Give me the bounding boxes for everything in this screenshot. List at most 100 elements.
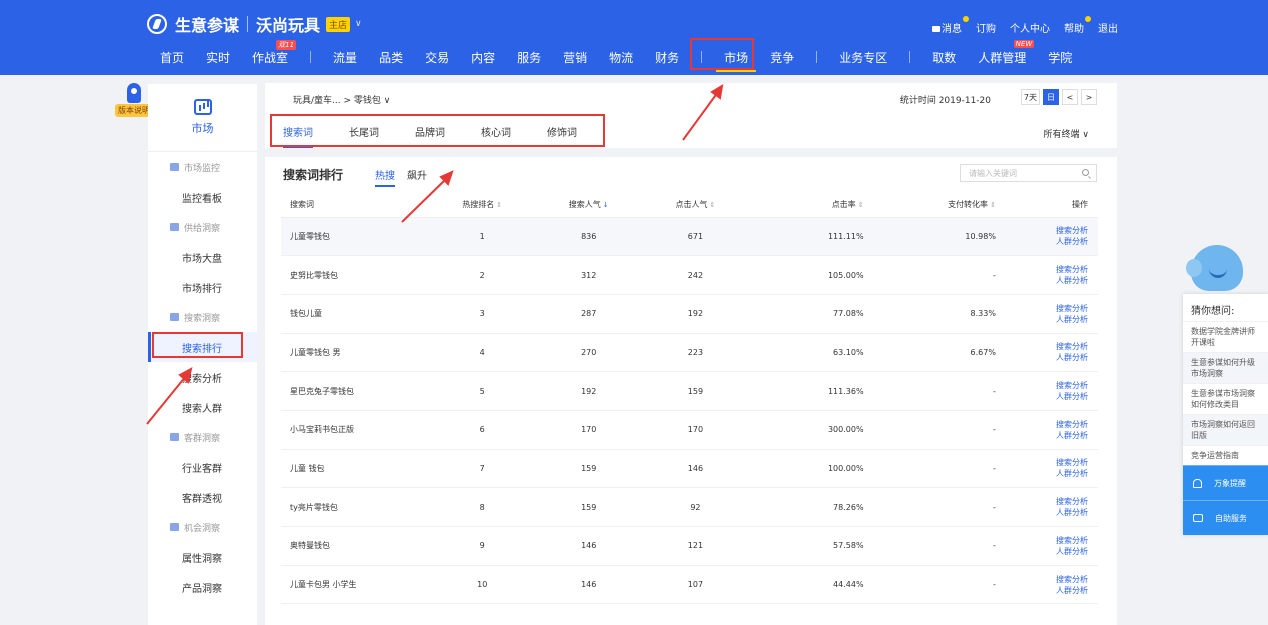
nav-transaction[interactable]: 交易 [425,49,449,66]
range-7d-button[interactable]: 7天 [1020,89,1040,105]
col-pay-conversion[interactable]: 支付转化率 ⇕ [881,193,1014,218]
rocket-icon [127,83,141,103]
rank-cell: 1 [479,231,485,241]
search-analysis-link[interactable]: 搜索分析 [1014,496,1088,507]
pay-conversion-cell: - [993,541,996,551]
sidebar-item-search-crowd[interactable]: 搜索人群 [148,392,257,422]
prev-date-button[interactable]: < [1062,89,1078,105]
logout-link[interactable]: 退出 [1098,20,1118,35]
pay-conversion-cell: - [993,463,996,473]
crowd-analysis-link[interactable]: 人群分析 [1014,468,1088,479]
search-analysis-link[interactable]: 搜索分析 [1014,380,1088,391]
nav-fetch-data[interactable]: 取数 [932,49,956,66]
crowd-analysis-link[interactable]: 人群分析 [1014,314,1088,325]
keyword-search-input[interactable]: 请输入关键词 [960,164,1097,182]
col-search-popularity[interactable]: 搜索人气 ↓ [535,193,643,218]
crowd-analysis-link[interactable]: 人群分析 [1014,507,1088,518]
nav-marketing[interactable]: 营销 [563,49,587,66]
assistant-title: 猜你想问: [1191,306,1235,317]
terminal-select[interactable]: 所有终端 ∨ [1044,127,1089,140]
assistant-question[interactable]: 生意参谋如何升级市场洞察 [1183,352,1268,383]
brand[interactable]: 生意参谋 沃尚玩具 主店 ∨ [147,12,362,36]
sidebar-group-supply: 供给洞察 [148,212,257,242]
reminder-button[interactable]: 万象提醒 [1183,465,1268,500]
crowd-analysis-link[interactable]: 人群分析 [1014,585,1088,596]
search-analysis-link[interactable]: 搜索分析 [1014,225,1088,236]
range-day-button[interactable]: 日 [1043,89,1059,105]
nav-service[interactable]: 服务 [517,49,541,66]
search-analysis-link[interactable]: 搜索分析 [1014,341,1088,352]
sidebar-item-customer-insight[interactable]: 客群透视 [148,482,257,512]
crowd-analysis-link[interactable]: 人群分析 [1014,275,1088,286]
search-icon[interactable] [1082,169,1089,176]
crowd-analysis-link[interactable]: 人群分析 [1014,430,1088,441]
rank-cell: 9 [479,541,485,551]
pay-conversion-cell: 8.33% [970,309,996,319]
rank-cell: 5 [479,386,485,396]
nav-home[interactable]: 首页 [160,49,184,66]
sidebar-item-market-rank[interactable]: 市场排行 [148,272,257,302]
nav-traffic[interactable]: 流量 [333,49,357,66]
elephant-mascot-icon[interactable] [1186,245,1243,291]
messages-link[interactable]: 消息 [932,16,969,35]
search-analysis-link[interactable]: 搜索分析 [1014,264,1088,275]
nav-divider [816,51,818,63]
click-popularity-cell: 107 [687,580,704,590]
sidebar-item-search-analysis[interactable]: 搜索分析 [148,362,257,392]
col-hot-rank[interactable]: 热搜排名 ⇕ [429,193,536,218]
actions-cell: 搜索分析 人群分析 [1014,217,1098,256]
sidebar-item-attribute-insight[interactable]: 属性洞察 [148,542,257,572]
table-row: 星巴克兔子零钱包 5 192 159 111.36% - 搜索分析 人群分析 [281,372,1098,411]
search-analysis-link[interactable]: 搜索分析 [1014,419,1088,430]
brand-divider [247,16,249,32]
click-popularity-cell: 146 [687,463,704,473]
subscribe-link[interactable]: 订购 [976,20,996,35]
search-analysis-link[interactable]: 搜索分析 [1014,303,1088,314]
sidebar-group-opportunity: 机会洞察 [148,512,257,542]
profile-link[interactable]: 个人中心 [1010,20,1050,35]
nav-realtime[interactable]: 实时 [206,49,230,66]
assistant-question[interactable]: 生意参谋市场洞察如何修改类目 [1183,383,1268,414]
nav-academy[interactable]: 学院 [1048,49,1072,66]
shop-badge: 主店 [326,16,351,32]
brand-name: 生意参谋 [175,16,240,35]
sort-icon: ⇕ [709,201,716,210]
nav-war-room[interactable]: 作战室 双11 [252,39,297,66]
shop-name[interactable]: 沃尚玩具 [256,12,320,36]
crowd-analysis-link[interactable]: 人群分析 [1014,391,1088,402]
ranking-tabs: 热搜 飙升 [375,167,427,187]
category-breadcrumb[interactable]: 玩具/童车... > 零钱包 ∨ [293,93,390,106]
rank-cell: 4 [479,347,485,357]
nav-finance[interactable]: 财务 [655,49,679,66]
assistant-question[interactable]: 竞争运营指南 [1183,445,1268,465]
chevron-down-icon[interactable]: ∨ [355,19,362,29]
nav-competition[interactable]: 竞争 [770,49,794,66]
search-analysis-link[interactable]: 搜索分析 [1014,574,1088,585]
col-ctr[interactable]: 点击率 ⇕ [748,193,882,218]
crowd-analysis-link[interactable]: 人群分析 [1014,352,1088,363]
crowd-analysis-link[interactable]: 人群分析 [1014,236,1088,247]
col-click-popularity[interactable]: 点击人气 ⇕ [642,193,749,218]
next-date-button[interactable]: > [1081,89,1097,105]
help-link[interactable]: 帮助 [1064,16,1091,35]
nav-logistics[interactable]: 物流 [609,49,633,66]
assistant-question[interactable]: 市场洞察如何返回旧版 [1183,414,1268,445]
crowd-analysis-link[interactable]: 人群分析 [1014,546,1088,557]
search-analysis-link[interactable]: 搜索分析 [1014,535,1088,546]
self-service-button[interactable]: 自助服务 [1183,500,1268,535]
tab-hot-search[interactable]: 热搜 [375,167,395,187]
nav-business-zone[interactable]: 业务专区 [839,49,887,66]
click-popularity-cell: 121 [687,541,704,551]
nav-crowd-management[interactable]: 人群管理 NEW [978,39,1035,66]
search-popularity-cell: 312 [581,270,597,280]
sidebar-item-product-insight[interactable]: 产品洞察 [148,572,257,602]
search-analysis-link[interactable]: 搜索分析 [1014,457,1088,468]
tab-rising[interactable]: 飙升 [407,167,427,187]
sidebar-item-industry-customer[interactable]: 行业客群 [148,452,257,482]
assistant-question[interactable]: 数据学院金牌讲师开课啦 [1183,321,1268,352]
nav-category[interactable]: 品类 [379,49,403,66]
nav-content[interactable]: 内容 [471,49,495,66]
sidebar-item-monitor-board[interactable]: 监控看板 [148,182,257,212]
ctr-cell: 105.00% [827,270,864,280]
sidebar-item-market-overview[interactable]: 市场大盘 [148,242,257,272]
